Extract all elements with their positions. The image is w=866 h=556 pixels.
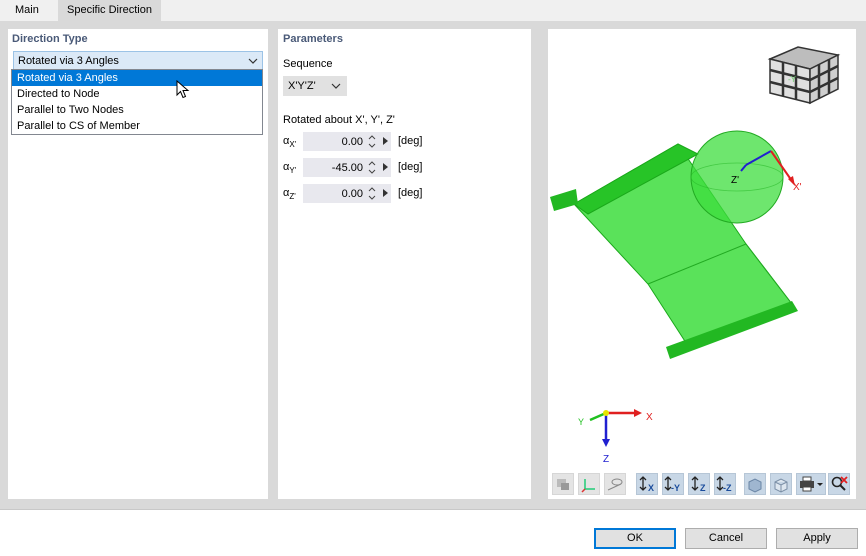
tab-specific-direction[interactable]: Specific Direction [58,0,161,21]
alpha-y-unit: [deg] [398,161,423,173]
alpha-y-label: αY' [283,161,296,175]
play-right-icon[interactable] [383,189,388,197]
view-cube-icon[interactable] [767,46,841,105]
cube-face-label: -Y [788,75,797,84]
alpha-z-axis: Z' [289,192,296,202]
option-parallel-to-cs-of-member[interactable]: Parallel to CS of Member [12,118,262,134]
parameters-panel: Parameters Sequence X'Y'Z' Rotated about… [278,29,531,499]
alpha-z-unit: [deg] [398,187,423,199]
spin-up-down-icon[interactable] [368,186,376,201]
alpha-y-value: -45.00 [331,162,363,174]
sequence-value: X'Y'Z' [288,80,316,92]
axis-x-button[interactable]: X [636,473,658,495]
play-right-icon[interactable] [383,137,388,145]
tab-bar: Main Specific Direction [0,0,866,21]
option-rotated-via-3-angles[interactable]: Rotated via 3 Angles [12,70,262,86]
direction-type-title: Direction Type [12,33,88,45]
axis-neg-y-button[interactable]: -Y [662,473,684,495]
mouse-cursor-icon [176,79,190,103]
alpha-x-value: 0.00 [341,136,363,148]
global-y-label: Y [578,417,584,427]
spin-up-down-icon[interactable] [368,134,376,149]
cancel-button[interactable]: Cancel [685,528,767,549]
view-settings-icon[interactable] [552,473,574,495]
alpha-y-spinner[interactable]: -45.00 [303,158,391,177]
iso-view-icon[interactable] [744,473,766,495]
axis-z-icon: Z [691,476,706,493]
alpha-z-spinner[interactable]: 0.00 [303,184,391,203]
sequence-dropdown[interactable]: X'Y'Z' [283,76,347,96]
alpha-x-axis: X' [289,140,297,150]
viewport-panel[interactable]: -Y Z' X' X Y Z X -Y Z -Z [548,29,856,499]
ok-button[interactable]: OK [594,528,676,549]
rotated-about-label: Rotated about X', Y', Z' [283,114,395,126]
alpha-z-label: αZ' [283,187,296,201]
axis-z-button[interactable]: Z [688,473,710,495]
option-parallel-to-two-nodes[interactable]: Parallel to Two Nodes [12,102,262,118]
direction-type-options: Rotated via 3 Angles Directed to Node Pa… [11,69,263,135]
axis-neg-z-button[interactable]: -Z [714,473,736,495]
option-directed-to-node[interactable]: Directed to Node [12,86,262,102]
axis-system-icon[interactable] [578,473,600,495]
axis-neg-z-text: -Z [723,483,732,493]
local-z-label: Z' [731,175,739,186]
play-right-icon[interactable] [383,163,388,171]
tab-specific-direction-label: Specific Direction [67,4,152,16]
alpha-z-value: 0.00 [341,188,363,200]
tab-main[interactable]: Main [6,0,48,21]
parameters-title: Parameters [283,33,343,45]
tab-main-label: Main [15,4,39,16]
axis-neg-y-text: -Y [671,483,680,493]
direction-type-dropdown[interactable]: Rotated via 3 Angles [13,51,263,70]
direction-type-selected: Rotated via 3 Angles [18,55,119,67]
dialog-footer: OK Cancel Apply [0,509,866,556]
axis-x-icon: X [639,476,654,493]
spin-up-down-icon[interactable] [368,160,376,175]
axis-x-text: X [648,483,654,493]
render-icon[interactable] [604,473,626,495]
global-x-label: X [646,412,653,423]
wireframe-cube-icon[interactable] [770,473,792,495]
model-3d [550,130,798,359]
alpha-x-unit: [deg] [398,135,423,147]
apply-button[interactable]: Apply [776,528,858,549]
axis-neg-y-icon: -Y [664,476,680,493]
axis-neg-z-icon: -Z [716,476,732,493]
global-z-label: Z [603,454,609,465]
reset-view-icon[interactable] [828,473,850,495]
alpha-y-axis: Y' [289,166,297,176]
local-x-label: X' [793,182,802,193]
sequence-label: Sequence [283,58,333,70]
alpha-x-spinner[interactable]: 0.00 [303,132,391,151]
axis-z-text: Z [700,483,706,493]
print-button[interactable] [796,473,826,495]
global-axes-icon [589,409,642,447]
print-icon [800,476,823,492]
alpha-x-label: αX' [283,135,296,149]
viewport-canvas[interactable]: -Y Z' X' X Y Z [548,29,856,469]
